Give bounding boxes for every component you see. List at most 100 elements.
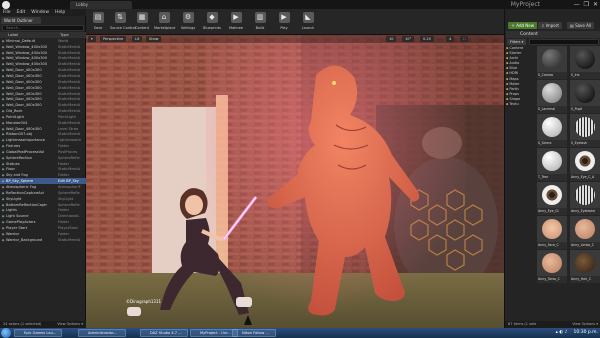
menu-help[interactable]: Help: [55, 9, 65, 16]
outliner-row-type: World: [58, 38, 69, 43]
asset-name: T_Tear: [537, 174, 567, 181]
toolbar-settings-button[interactable]: ⚙ Settings: [178, 12, 198, 34]
add-new-button[interactable]: ＋ Add New: [508, 22, 538, 29]
asset-search-input[interactable]: [529, 39, 599, 45]
toolbar-matinee-button[interactable]: ▶ Matinee: [226, 12, 246, 34]
outliner-row-type: PlayerStart: [58, 225, 78, 230]
menu-edit[interactable]: Edit: [17, 9, 26, 16]
asset-tile[interactable]: Anny_Eyelashe: [570, 182, 600, 215]
toolbar-marketplace-button[interactable]: ⌂ Marketplace: [154, 12, 176, 34]
scale-snap-value[interactable]: 0.25: [420, 36, 434, 42]
minimize-button[interactable]: —: [574, 0, 580, 9]
material-preview-icon: [542, 151, 562, 171]
outliner-row-type: DirectionalL: [58, 214, 80, 219]
outliner-row-label: Wall_Window_400x300: [6, 56, 48, 61]
outliner-row-type: PostProces: [58, 149, 78, 154]
outliner-row-type: StaticMeshA: [58, 56, 81, 61]
outliner-row-label: Ribbon007.obj: [6, 132, 33, 137]
start-button[interactable]: [1, 328, 11, 338]
asset-tile[interactable]: Anny_Eye_Gl: [537, 182, 567, 215]
outliner-row-type: StaticMeshA: [58, 237, 81, 242]
toolbar-blueprints-button[interactable]: ◆ Blueprints: [202, 12, 222, 34]
toolbar-source-control-button[interactable]: ⇅ Source Control: [110, 12, 136, 34]
taskbar-app-button[interactable]: DAZ Studio 4.7 ...: [140, 329, 188, 337]
asset-tile[interactable]: S_Cornea: [537, 46, 567, 79]
viewport-options-button[interactable]: ▾: [88, 36, 96, 42]
close-button[interactable]: ✕: [593, 0, 598, 9]
world-outliner-tab[interactable]: World Outliner: [1, 17, 41, 24]
rotate-snap-value[interactable]: 10°: [402, 36, 415, 42]
toolbar-button-label: Matinee: [228, 26, 244, 30]
asset-tile[interactable]: T_Tear: [537, 148, 567, 181]
outliner-row-label: Minimal_Default: [6, 38, 36, 43]
folder-item[interactable]: Textu: [506, 102, 536, 107]
outliner-row-type: SphereRefle: [58, 155, 80, 160]
toolbar-play-button[interactable]: ▶ Play: [274, 12, 294, 34]
import-button[interactable]: ⇩ Import: [538, 22, 562, 29]
content-folder-label[interactable]: Content: [520, 32, 538, 37]
tray-icons[interactable]: ▴ ◐ ♪: [556, 328, 568, 338]
asset-name: Anny_Eye_C_A: [570, 174, 600, 181]
clock[interactable]: 10:30 p.m.: [574, 328, 599, 338]
asset-name: Anny_Limbs_C: [570, 242, 600, 249]
outliner-row-type: StaticMeshA: [58, 91, 81, 96]
material-preview-icon: [575, 49, 595, 69]
toolbar-button-label: Marketplace: [154, 26, 176, 30]
save-all-button[interactable]: ▤ Save All: [567, 22, 595, 29]
maximize-button[interactable]: ❐: [584, 0, 589, 9]
toolbar-launch-button[interactable]: ◣ Launch: [298, 12, 318, 34]
lit-mode-button[interactable]: Lit: [132, 36, 143, 42]
perspective-button[interactable]: Perspective: [100, 36, 127, 42]
material-preview-icon: [542, 117, 562, 137]
translate-snap-value[interactable]: 10: [386, 36, 397, 42]
material-preview-icon: [575, 253, 595, 273]
build-icon: ▥: [254, 12, 266, 23]
asset-tile[interactable]: Anny_Eye_C_A: [570, 148, 600, 181]
outliner-row-label: Sky and Fog: [6, 173, 28, 178]
taskbar-app-button[interactable]: Nikon Fallow ...: [232, 329, 276, 337]
outliner-row[interactable]: ◉ Warrior_Background StaticMeshA: [0, 237, 86, 243]
asset-tile[interactable]: S_Sclera: [537, 114, 567, 147]
asset-tile[interactable]: S_Lacrimal: [537, 80, 567, 113]
outliner-row-type: Edit BP_Sky: [58, 179, 79, 184]
outliner-footer: 24 actors (1 selected) View Options ▾: [0, 321, 86, 328]
show-menu-button[interactable]: Show: [146, 36, 162, 42]
toolbar-build-button[interactable]: ▥ Build: [250, 12, 270, 34]
outliner-search-input[interactable]: Search...: [2, 25, 84, 31]
camera-speed-value[interactable]: 4: [446, 36, 455, 42]
asset-tile[interactable]: Anny_Hair_C: [570, 250, 600, 283]
menu-window[interactable]: Window: [31, 9, 49, 16]
asset-thumbnail: [570, 250, 600, 276]
toolbar-button-label: Blueprints: [203, 26, 221, 30]
outliner-row-label: Warrior_Background: [6, 237, 43, 242]
taskbar-app-button[interactable]: MyProject - Unr...: [190, 329, 238, 337]
asset-tile[interactable]: Anny_Face_C: [537, 216, 567, 249]
asset-thumbnail: [570, 114, 600, 140]
toolbar-save-button[interactable]: ▤ Save: [88, 12, 108, 34]
asset-thumbnail: [570, 80, 600, 106]
outliner-row-label: Floor: [6, 167, 15, 172]
outliner-row-type: Folder: [58, 161, 70, 166]
outliner-view-options[interactable]: View Options ▾: [57, 321, 83, 328]
menu-file[interactable]: File: [3, 9, 11, 16]
outliner-row-label: Wall_Door_400x300: [6, 85, 42, 90]
level-viewport[interactable]: ▾ Perspective Lit Show 10 10° 0.25 4 ⛶ ©…: [86, 35, 504, 328]
outliner-row-type: Folder: [58, 144, 70, 149]
asset-tile[interactable]: Anny_Torso_C: [537, 250, 567, 283]
mouse-cursor-icon: [244, 315, 252, 325]
asset-tile[interactable]: S_Iris: [570, 46, 600, 79]
content-view-options[interactable]: View Options ▾: [572, 321, 598, 328]
outliner-row-label: BottomReflectionCaptr: [6, 202, 47, 207]
taskbar-app-button[interactable]: Administrador...: [78, 329, 126, 337]
asset-tile[interactable]: S_Eyelash: [570, 114, 600, 147]
toolbar-button-label: Settings: [180, 26, 196, 30]
level-tab[interactable]: Lobby: [70, 1, 132, 9]
asset-tile[interactable]: Anny_Limbs_C: [570, 216, 600, 249]
material-preview-icon: [542, 185, 562, 205]
toolbar-content-button[interactable]: ▦ Content: [132, 12, 152, 34]
filters-button[interactable]: Filters ▾: [507, 39, 527, 45]
asset-tile[interactable]: S_Pupil: [570, 80, 600, 113]
taskbar-app-button[interactable]: Epic Games Lau...: [14, 329, 62, 337]
outliner-row-label: Lights: [6, 208, 17, 213]
maximize-viewport-icon[interactable]: ⛶: [460, 36, 469, 42]
